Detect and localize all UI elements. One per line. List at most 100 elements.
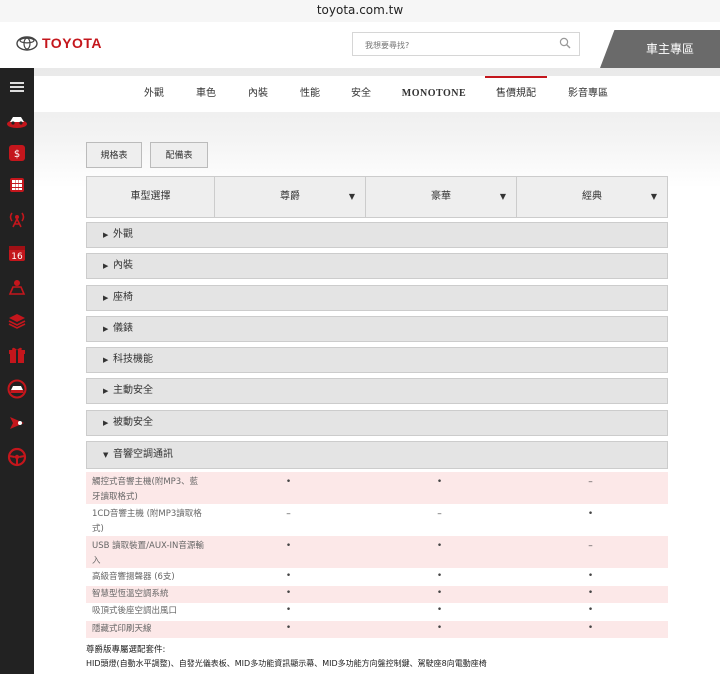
caret-right-icon: ▶ [103,262,109,270]
antenna-icon[interactable] [0,204,34,234]
model-selector-label: 車型選擇 [130,191,171,202]
equipment-sheet-button[interactable]: 配備表 [150,142,208,168]
search-box [352,32,580,57]
tab-pricing-specs[interactable]: 售價規配 [485,76,547,112]
search-input[interactable] [363,34,547,57]
row-value: – [286,509,291,519]
row-value: – [588,477,593,487]
caret-right-icon: ▶ [103,387,109,395]
accordion-label: 科技機能 [113,354,153,365]
caret-right-icon: ▶ [103,294,109,302]
row-label: 吸頂式後座空調出風口 [92,606,178,616]
table-row: USB 讀取裝置/AUX-IN音源輸入 • • – [86,536,668,568]
chevron-down-icon: ▼ [348,192,355,201]
price-icon[interactable]: $ [0,138,34,168]
row-value: • [285,623,292,633]
accordion-exterior[interactable]: ▶ 外觀 [86,222,668,248]
tab-media[interactable]: 影音專區 [556,76,620,112]
car-circle-icon[interactable] [0,374,34,404]
map-icon[interactable] [0,272,34,302]
menu-icon[interactable] [0,72,34,102]
row-value: • [436,588,443,598]
row-value: • [436,605,443,615]
row-label: 1CD音響主機 (附MP3讀取格式) [92,509,202,534]
model-select-1-value: 尊爵 [280,191,300,202]
tab-exterior[interactable]: 外觀 [134,76,174,112]
brand-name: TOYOTA [42,35,103,51]
table-row: 高級音響揚聲器 (6支) • • • [86,569,668,586]
model-select-3[interactable]: 經典 ▼ [516,177,667,217]
car-icon[interactable] [0,106,34,136]
table-row: 1CD音響主機 (附MP3讀取格式) – – • [86,504,668,536]
site-header: TOYOTA 車主專區 [0,22,720,69]
row-value: • [285,477,292,487]
navigation-icon[interactable] [0,408,34,438]
table-row: 智慧型恆溫空調系統 • • • [86,586,668,603]
accordion-label: 主動安全 [113,385,153,396]
accordion-label: 內裝 [113,260,133,271]
accordion-label: 被動安全 [113,417,153,428]
row-value: • [436,571,443,581]
caret-right-icon: ▶ [103,231,109,239]
chevron-down-icon: ▼ [650,192,657,201]
model-select-3-value: 經典 [582,191,602,202]
row-value: – [588,541,593,551]
tab-performance[interactable]: 性能 [290,76,330,112]
browser-url-bar[interactable]: toyota.com.tw [0,0,720,23]
row-value: • [285,605,292,615]
steering-wheel-icon[interactable] [0,442,34,472]
price-glyph: $ [14,149,20,160]
accordion-interior[interactable]: ▶ 內裝 [86,253,668,279]
row-value: • [587,509,594,519]
chevron-down-icon: ▼ [499,192,506,201]
tab-monotone[interactable]: MONOTONE [392,76,476,112]
row-value: • [285,588,292,598]
row-value: • [436,541,443,551]
row-value: • [587,588,594,598]
toyota-emblem-icon [16,35,38,51]
row-value: • [285,571,292,581]
row-value: • [587,623,594,633]
row-value: • [587,571,594,581]
row-label: 隱藏式印刷天線 [92,624,152,634]
tab-interior[interactable]: 內裝 [238,76,278,112]
tab-safety[interactable]: 安全 [341,76,381,112]
row-value: • [587,605,594,615]
owner-zone-button[interactable]: 車主專區 [600,30,720,68]
accordion-label: 座椅 [113,292,133,303]
option-package-title: 尊爵版專屬選配套件: [86,645,166,655]
model-select-2[interactable]: 豪華 ▼ [365,177,516,217]
accordion-label: 外觀 [113,229,133,240]
search-icon[interactable] [559,37,571,49]
accordion-label: 儀錶 [113,323,133,334]
model-nav: 外觀 車色 內裝 性能 安全 MONOTONE 售價規配 影音專區 [34,76,720,112]
accordion-passive-safety[interactable]: ▶ 被動安全 [86,410,668,436]
row-value: • [436,477,443,487]
calendar-day: 16 [11,252,23,262]
accordion-seats[interactable]: ▶ 座椅 [86,285,668,311]
caret-right-icon: ▶ [103,325,109,333]
accordion-active-safety[interactable]: ▶ 主動安全 [86,378,668,404]
accordion-audio-ac-comm[interactable]: ▼ 音響空調通訊 [86,441,668,469]
accordion-gauges[interactable]: ▶ 儀錶 [86,316,668,342]
row-label: 高級音響揚聲器 (6支) [92,572,175,582]
model-select-1[interactable]: 尊爵 ▼ [214,177,365,217]
layers-icon[interactable] [0,306,34,336]
row-label: 觸控式音響主機(附MP3、藍牙讀取格式) [92,477,199,502]
caret-right-icon: ▶ [103,356,109,364]
row-value: – [437,509,442,519]
tab-colors[interactable]: 車色 [186,76,226,112]
accordion-tech[interactable]: ▶ 科技機能 [86,347,668,373]
gift-icon[interactable] [0,340,34,370]
table-row: 吸頂式後座空調出風口 • • • [86,603,668,620]
calendar-icon[interactable]: 16 [0,238,34,268]
calculator-icon[interactable] [0,170,34,200]
row-value: • [285,541,292,551]
spec-sheet-button[interactable]: 規格表 [86,142,142,168]
table-row: 觸控式音響主機(附MP3、藍牙讀取格式) • • – [86,472,668,504]
option-package-text: HID頭燈(自動水平調整)、自發光儀表板、MID多功能資訊顯示幕、MID多功能方… [86,659,487,668]
row-label: USB 讀取裝置/AUX-IN音源輸入 [92,541,204,566]
sidebar: $ 16 [0,68,34,674]
toyota-logo[interactable]: TOYOTA [16,35,102,51]
model-selector-row: 車型選擇 尊爵 ▼ 豪華 ▼ 經典 ▼ [86,176,668,218]
